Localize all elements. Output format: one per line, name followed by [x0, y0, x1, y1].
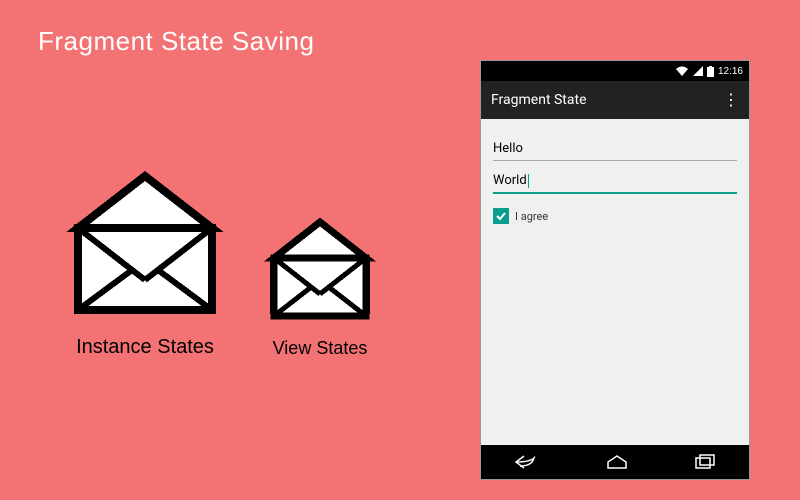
home-icon — [606, 454, 628, 470]
back-icon — [514, 454, 540, 470]
view-states-label: View States — [273, 338, 368, 359]
app-screen: World I agree — [481, 119, 749, 445]
nav-recent-button[interactable] — [684, 450, 726, 474]
nav-home-button[interactable] — [596, 450, 638, 474]
instance-states-label: Instance States — [76, 336, 214, 359]
agree-checkbox[interactable] — [493, 208, 509, 224]
android-status-bar: 12:16 — [481, 61, 749, 81]
checkmark-icon — [495, 210, 507, 222]
envelope-large-icon — [60, 170, 230, 320]
signal-icon — [693, 66, 703, 76]
checkbox-row: I agree — [493, 208, 737, 224]
text-field-2[interactable]: World — [493, 167, 737, 194]
text-field-1[interactable] — [493, 135, 737, 161]
envelope-small-icon — [260, 216, 380, 326]
battery-icon — [707, 66, 714, 77]
text-field-2-value: World — [493, 173, 527, 188]
actionbar-title: Fragment State — [491, 92, 587, 108]
envelope-diagram: Instance States View States — [60, 170, 380, 359]
status-time: 12:16 — [718, 66, 743, 77]
agree-checkbox-label: I agree — [515, 210, 548, 223]
android-nav-bar — [481, 445, 749, 479]
text-cursor-icon — [528, 174, 529, 188]
phone-mockup: 12:16 Fragment State ⋮ World I agree — [480, 60, 750, 480]
view-states-group: View States — [260, 216, 380, 359]
instance-states-group: Instance States — [60, 170, 230, 359]
wifi-icon — [675, 66, 689, 76]
page-title: Fragment State Saving — [38, 26, 314, 57]
android-action-bar: Fragment State ⋮ — [481, 81, 749, 119]
overflow-menu-icon[interactable]: ⋮ — [723, 97, 739, 103]
recent-apps-icon — [694, 454, 716, 470]
nav-back-button[interactable] — [504, 450, 550, 474]
